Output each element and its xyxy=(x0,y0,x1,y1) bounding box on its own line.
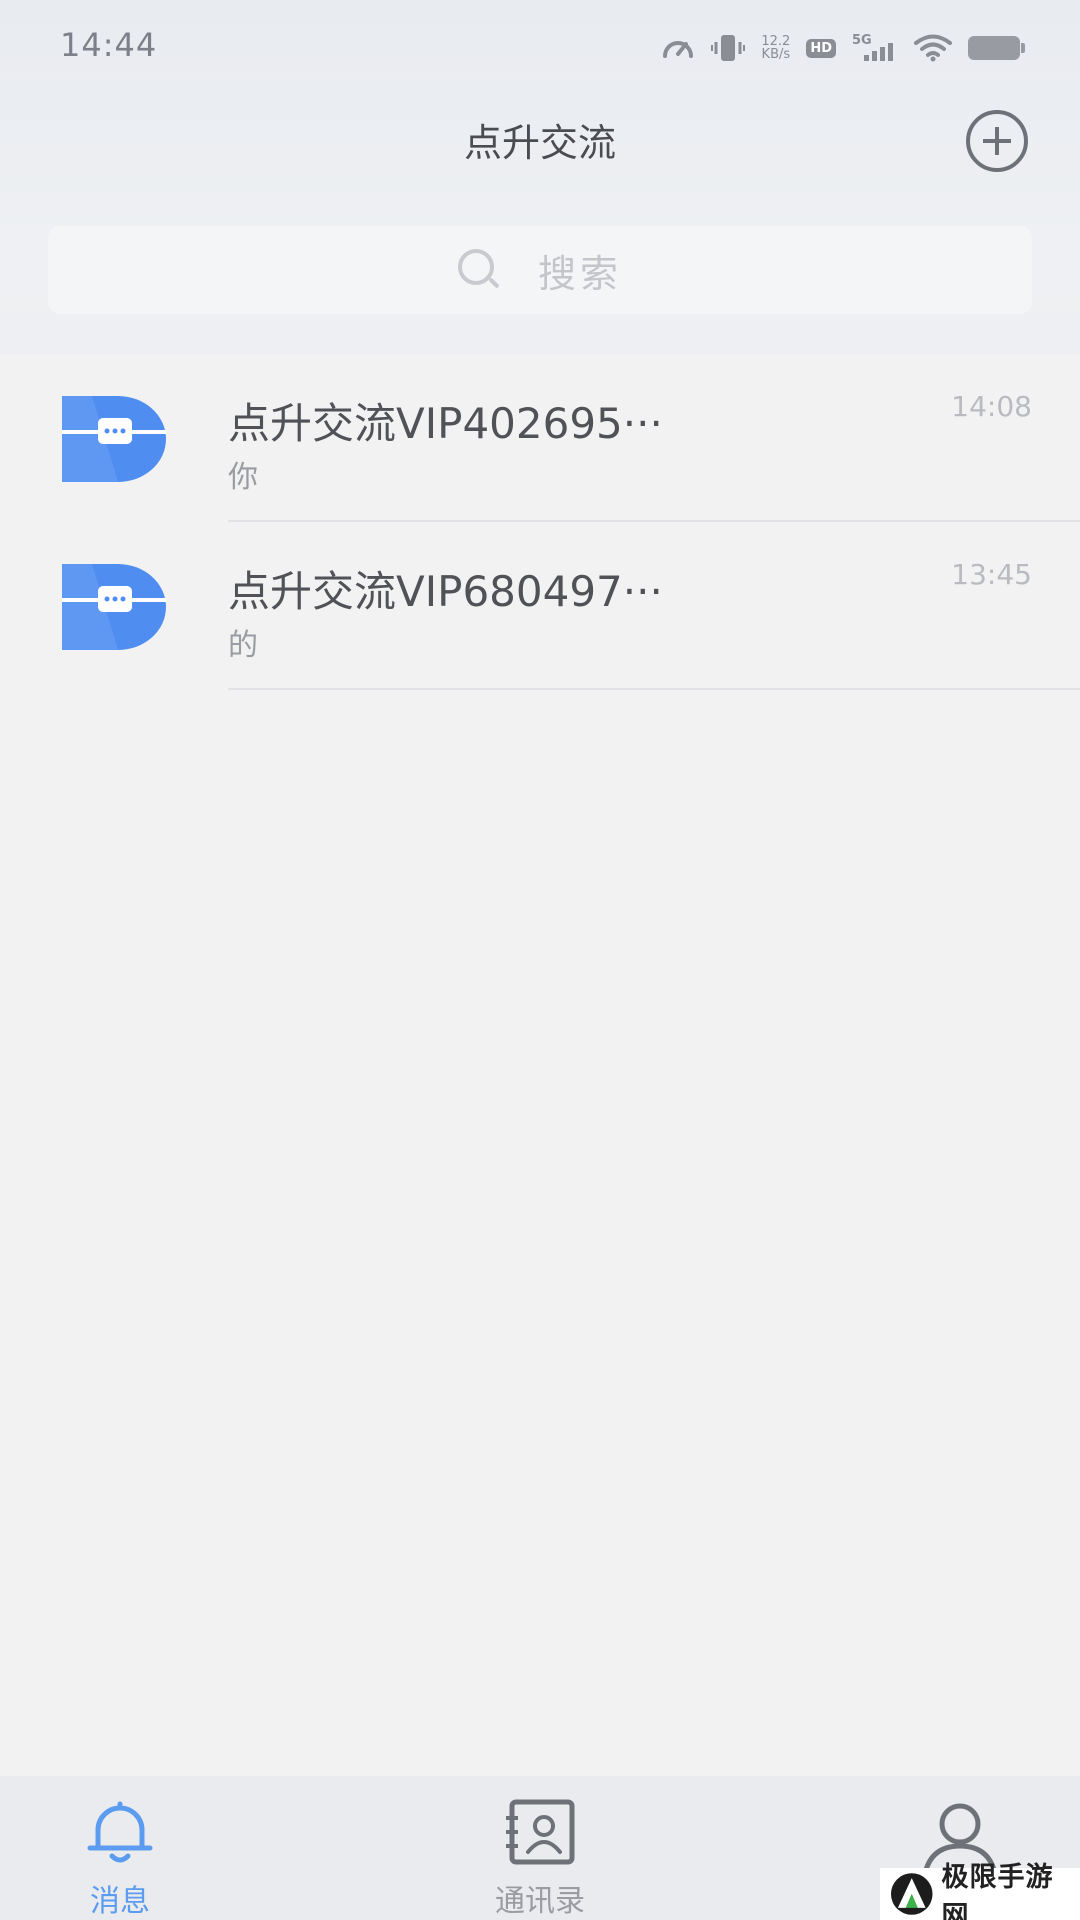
watermark-logo-icon xyxy=(890,1873,933,1915)
battery-icon xyxy=(968,36,1025,60)
conversation-last-message: 的 xyxy=(228,628,258,663)
header: 点升交流 xyxy=(0,96,1080,182)
search-icon xyxy=(457,249,500,291)
status-icons: 12.2 KB/s HD 5G xyxy=(661,30,1025,66)
search-inner: 搜索 xyxy=(48,226,1032,314)
speedometer-icon xyxy=(663,41,694,58)
tab-label: 通讯录 xyxy=(495,1884,585,1919)
bell-icon xyxy=(87,1801,153,1863)
tab-label: 消息 xyxy=(90,1884,150,1919)
avatar xyxy=(62,564,166,650)
page-title: 点升交流 xyxy=(463,121,616,165)
conversation-name: 点升交流VIP402695··· xyxy=(228,399,663,448)
screen: 14:44 12.2 KB/s HD 5G 点升交流 搜索 点升交流VIP402… xyxy=(0,0,1080,1920)
search-placeholder: 搜索 xyxy=(537,251,622,296)
conversation-time: 13:45 xyxy=(951,558,1032,591)
tab-contacts[interactable]: 通讯录 xyxy=(440,1776,640,1920)
conversation-time: 14:08 xyxy=(951,390,1032,423)
list-item[interactable]: 点升交流VIP680497··· 的 13:45 xyxy=(0,522,1080,690)
divider xyxy=(228,688,1080,690)
wifi-icon xyxy=(914,34,952,62)
tab-messages[interactable]: 消息 xyxy=(20,1776,220,1920)
svg-text:5G: 5G xyxy=(852,33,872,48)
top-area: 14:44 12.2 KB/s HD 5G 点升交流 搜索 xyxy=(0,0,1080,354)
search-input[interactable]: 搜索 xyxy=(48,226,1032,314)
net-speed-unit: KB/s xyxy=(761,47,791,62)
conversation-list: 点升交流VIP402695··· 你 14:08 点升交流VIP680497··… xyxy=(0,354,1080,690)
status-time: 14:44 xyxy=(60,26,158,64)
signal-icon: 5G xyxy=(852,33,893,61)
vibrate-icon xyxy=(711,35,746,61)
watermark-text: 极限手游网 xyxy=(941,1862,1054,1920)
conversation-last-message: 你 xyxy=(228,460,258,495)
list-item[interactable]: 点升交流VIP402695··· 你 14:08 xyxy=(0,354,1080,522)
contacts-icon xyxy=(506,1799,575,1865)
conversation-name: 点升交流VIP680497··· xyxy=(228,567,663,616)
status-bar: 14:44 12.2 KB/s HD 5G xyxy=(0,0,1080,96)
hd-badge: HD xyxy=(806,38,836,58)
avatar xyxy=(62,396,166,482)
watermark: 极限手游网 xyxy=(880,1862,1080,1920)
net-speed: 12.2 KB/s xyxy=(761,35,790,61)
add-button[interactable] xyxy=(966,110,1028,172)
